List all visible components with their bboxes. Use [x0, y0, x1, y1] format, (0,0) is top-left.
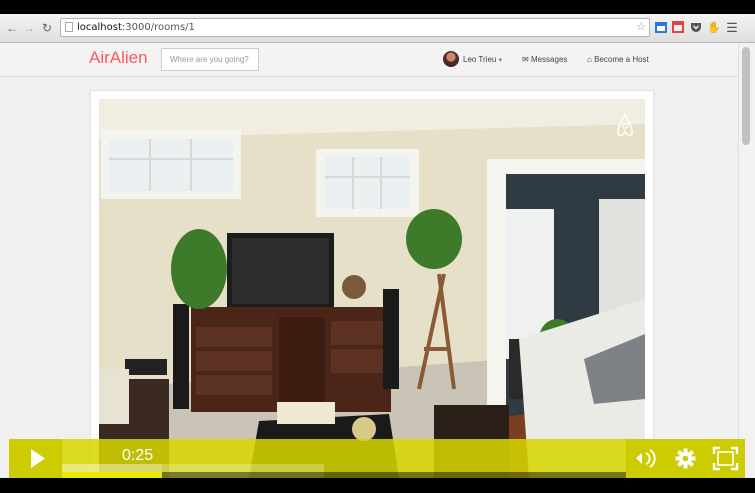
reload-icon[interactable]: ↻	[42, 21, 52, 35]
screen-top-border	[0, 0, 755, 14]
become-host-link[interactable]: ⌂ Become a Host	[587, 51, 649, 69]
back-arrow-icon[interactable]: ←	[6, 21, 18, 35]
chevron-down-icon: ▾	[498, 57, 503, 64]
messages-link[interactable]: ✉ Messages	[522, 51, 567, 69]
star-icon[interactable]: ☆	[634, 20, 648, 34]
listing-photo[interactable]	[99, 99, 645, 478]
settings-button[interactable]	[668, 439, 703, 478]
settings-gear-icon	[675, 448, 696, 469]
play-button[interactable]	[9, 439, 62, 478]
url-host: localhost	[77, 22, 122, 33]
living-room-image	[99, 99, 645, 478]
volume-icon	[636, 449, 656, 468]
video-controls: 0:25	[9, 439, 745, 478]
messages-label: Messages	[530, 55, 568, 64]
home-icon: ⌂	[587, 55, 592, 64]
user-name: Leo Trieu	[463, 55, 497, 64]
menu-icon[interactable]: ☰	[725, 21, 739, 35]
search-input[interactable]: Where are you going?	[161, 48, 259, 71]
progress-bar[interactable]	[62, 464, 626, 478]
pocket-icon[interactable]	[689, 21, 703, 35]
page-icon	[65, 22, 73, 32]
fullscreen-button[interactable]	[706, 439, 745, 478]
brand-logo[interactable]: AirAlien	[89, 48, 148, 68]
avatar[interactable]	[443, 51, 459, 67]
page-scrollbar[interactable]	[738, 43, 755, 478]
url-path: :3000/rooms/1	[121, 22, 195, 33]
address-bar[interactable]: localhost:3000/rooms/1	[60, 18, 650, 37]
extension-window-icon[interactable]	[671, 21, 685, 35]
scrollbar-thumb[interactable]	[742, 47, 750, 145]
app-navbar: AirAlien Where are you going? Leo Trieu …	[0, 43, 738, 77]
user-menu[interactable]: Leo Trieu ▾	[463, 51, 502, 69]
play-icon	[31, 449, 45, 468]
envelope-icon: ✉	[522, 55, 529, 64]
right-controls	[626, 439, 745, 478]
browser-toolbar: ← → ↻ localhost:3000/rooms/1 ☆ ✋ ☰	[0, 14, 755, 43]
hand-extension-icon[interactable]: ✋	[707, 21, 721, 35]
progress-fill	[62, 472, 162, 478]
volume-button[interactable]	[626, 439, 666, 478]
become-host-label: Become a Host	[594, 55, 649, 64]
forward-arrow-icon[interactable]: →	[23, 21, 35, 35]
page-viewport: AirAlien Where are you going? Leo Trieu …	[0, 43, 755, 478]
extension-calendar-icon[interactable]	[654, 21, 668, 35]
fullscreen-icon	[712, 446, 739, 471]
